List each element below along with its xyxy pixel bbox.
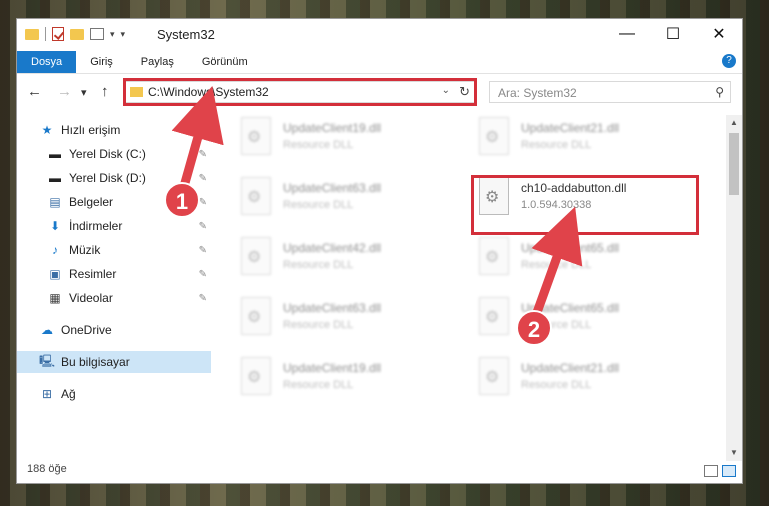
sidebar-item-videos[interactable]: ▦ Videolar ✎ (17, 287, 211, 309)
network-icon: ⊞ (41, 387, 53, 401)
dll-file-icon (241, 177, 271, 215)
back-arrow-icon[interactable]: ← (27, 83, 42, 100)
sidebar-item-label: Yerel Disk (D:) (69, 171, 146, 185)
maximize-button[interactable]: ☐ (650, 19, 696, 49)
document-icon: ▤ (49, 195, 61, 209)
up-arrow-icon[interactable]: ↑ (101, 83, 109, 100)
minimize-button[interactable]: — (604, 19, 650, 49)
navigation-pane: ★ Hızlı erişim ▬ Yerel Disk (C:) ✎ ▬ Yer… (17, 115, 211, 445)
navigation-bar: ← → ▾ ↑ C:\Windows\System32 ⌄ ↻ Ara: Sys… (17, 75, 742, 109)
title-bar: ▾ ▾ System32 — ☐ ✕ (17, 19, 742, 51)
view-switcher (704, 465, 736, 477)
tab-paylas[interactable]: Paylaş (127, 51, 188, 73)
pin-icon[interactable]: ✎ (199, 269, 207, 280)
dll-file-icon (479, 237, 509, 275)
address-highlight-box (123, 78, 477, 106)
pin-icon[interactable]: ✎ (199, 245, 207, 256)
dll-file-icon (479, 357, 509, 395)
sidebar-item-onedrive[interactable]: ☁ OneDrive (17, 319, 211, 341)
dll-file-icon (241, 297, 271, 335)
scroll-up-icon[interactable]: ▲ (726, 115, 742, 131)
sidebar-item-network[interactable]: ⊞ Ağ (17, 383, 211, 405)
forward-arrow-icon[interactable]: → (57, 83, 72, 100)
help-icon[interactable]: ? (722, 54, 736, 68)
folder-icon[interactable] (25, 28, 39, 40)
pin-icon[interactable]: ✎ (199, 173, 207, 184)
computer-icon: 🖳 (39, 353, 56, 368)
sidebar-item-label: Videolar (69, 291, 113, 305)
download-icon: ⬇ (49, 219, 61, 233)
dll-file-icon (479, 117, 509, 155)
pin-icon[interactable]: ✎ (199, 149, 207, 160)
sidebar-item-label: OneDrive (61, 323, 112, 337)
sidebar-item-label: Bu bilgisayar (61, 355, 130, 369)
sidebar-item-downloads[interactable]: ⬇ İndirmeler ✎ (17, 215, 211, 237)
dll-file-icon (241, 117, 271, 155)
list-item[interactable]: UpdateClient21.dll Resource DLL (471, 355, 701, 403)
sidebar-item-label: Yerel Disk (C:) (69, 147, 146, 161)
list-item[interactable]: UpdateClient19.dll Resource DLL (233, 115, 463, 163)
tab-dosya[interactable]: Dosya (17, 51, 77, 73)
sidebar-item-quick-access[interactable]: ★ Hızlı erişim (39, 119, 233, 141)
tiles-view-icon[interactable] (722, 465, 736, 477)
sidebar-item-pictures[interactable]: ▣ Resimler ✎ (17, 263, 211, 285)
pin-icon[interactable]: ✎ (199, 221, 207, 232)
step-badge-two: 2 (516, 310, 552, 346)
list-item[interactable]: UpdateClient63.dll Resource DLL (233, 175, 463, 223)
search-icon[interactable]: ⚲ (715, 85, 724, 99)
list-item[interactable]: UpdateClient65.dll Resource DLL (471, 235, 701, 283)
properties-check-icon[interactable] (52, 27, 64, 41)
sidebar-item-local-disk-c[interactable]: ▬ Yerel Disk (C:) ✎ (17, 143, 211, 165)
status-item-count: 188 öğe (27, 463, 67, 475)
details-view-icon[interactable] (704, 465, 718, 477)
search-placeholder: Ara: System32 (498, 86, 577, 100)
tab-giris[interactable]: Giriş (76, 51, 127, 73)
sidebar-item-label: İndirmeler (69, 219, 123, 233)
star-icon: ★ (41, 123, 53, 137)
scroll-thumb[interactable] (729, 133, 739, 195)
target-file-highlight-box (471, 175, 699, 235)
sidebar-item-label: Müzik (69, 243, 101, 257)
music-icon: ♪ (52, 243, 58, 257)
explorer-window: ▾ ▾ System32 — ☐ ✕ Dosya Giriş Paylaş Gö… (16, 18, 743, 484)
dll-file-icon (479, 297, 509, 335)
sidebar-item-label: Ağ (61, 387, 76, 401)
video-icon: ▦ (49, 291, 61, 305)
window-title: System32 (157, 27, 215, 42)
scroll-down-icon[interactable]: ▼ (726, 445, 742, 461)
customize-toolbar-icon[interactable]: ▾ (121, 29, 126, 40)
sidebar-item-label: Belgeler (69, 195, 114, 209)
window-controls: — ☐ ✕ (604, 19, 742, 49)
sidebar-item-label: Hızlı erişim (61, 123, 121, 137)
properties-icon[interactable] (90, 28, 104, 40)
list-item[interactable]: UpdateClient42.dll Resource DLL (233, 235, 463, 283)
drive-icon: ▬ (49, 147, 61, 161)
close-button[interactable]: ✕ (696, 19, 742, 49)
chevron-down-icon[interactable]: ▾ (110, 29, 115, 40)
list-item[interactable]: UpdateClient63.dll Resource DLL (233, 295, 463, 343)
sidebar-item-this-pc[interactable]: 🖳 Bu bilgisayar (17, 351, 211, 373)
divider (45, 27, 46, 41)
drive-icon: ▬ (49, 171, 61, 185)
new-folder-icon[interactable] (70, 28, 84, 40)
search-input[interactable]: Ara: System32 ⚲ (489, 81, 731, 103)
step-badge-one: 1 (164, 182, 200, 218)
file-list: UpdateClient19.dll Resource DLL UpdateCl… (213, 115, 727, 465)
list-item[interactable]: UpdateClient21.dll Resource DLL (471, 115, 701, 163)
list-item[interactable]: UpdateClient65.dll Resource DLL (471, 295, 701, 343)
cloud-icon: ☁ (41, 323, 53, 337)
dll-file-icon (241, 237, 271, 275)
ribbon-tabs: Dosya Giriş Paylaş Görünüm ? (17, 51, 742, 74)
dll-file-icon (241, 357, 271, 395)
pin-icon[interactable]: ✎ (199, 293, 207, 304)
list-item[interactable]: UpdateClient19.dll Resource DLL (233, 355, 463, 403)
sidebar-item-music[interactable]: ♪ Müzik ✎ (17, 239, 211, 261)
vertical-scrollbar[interactable]: ▲ ▼ (726, 115, 742, 461)
quick-access-toolbar: ▾ ▾ (25, 27, 125, 41)
recent-locations-icon[interactable]: ▾ (81, 86, 87, 99)
tab-gorunum[interactable]: Görünüm (188, 51, 262, 73)
pictures-icon: ▣ (49, 267, 61, 281)
sidebar-item-label: Resimler (69, 267, 117, 281)
